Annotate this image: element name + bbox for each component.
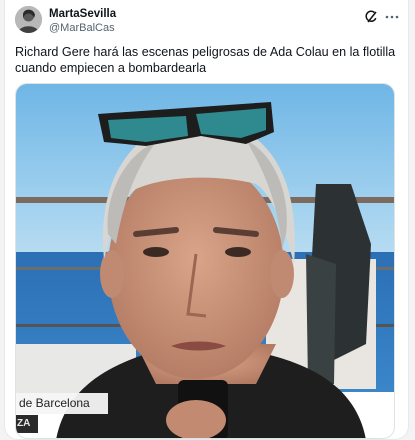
- author-names: MartaSevilla @MarBalCas: [49, 8, 116, 35]
- display-name[interactable]: MartaSevilla: [49, 8, 116, 21]
- tweet-card[interactable]: MartaSevilla @MarBalCas Richard Gere har…: [4, 0, 409, 440]
- avatar[interactable]: [15, 6, 42, 33]
- video-caption: de Barcelona: [16, 393, 108, 414]
- grok-icon[interactable]: [364, 10, 378, 24]
- more-icon[interactable]: [384, 9, 400, 25]
- video-frame-illustration: [16, 84, 394, 438]
- tweet-header: MartaSevilla @MarBalCas: [15, 6, 400, 40]
- tweet-text: Richard Gere hará las escenas peligrosas…: [15, 45, 396, 75]
- video-caption-secondary: ZA: [16, 415, 38, 433]
- handle[interactable]: @MarBalCas: [49, 21, 116, 35]
- video-thumbnail[interactable]: de Barcelona ZA: [15, 83, 395, 439]
